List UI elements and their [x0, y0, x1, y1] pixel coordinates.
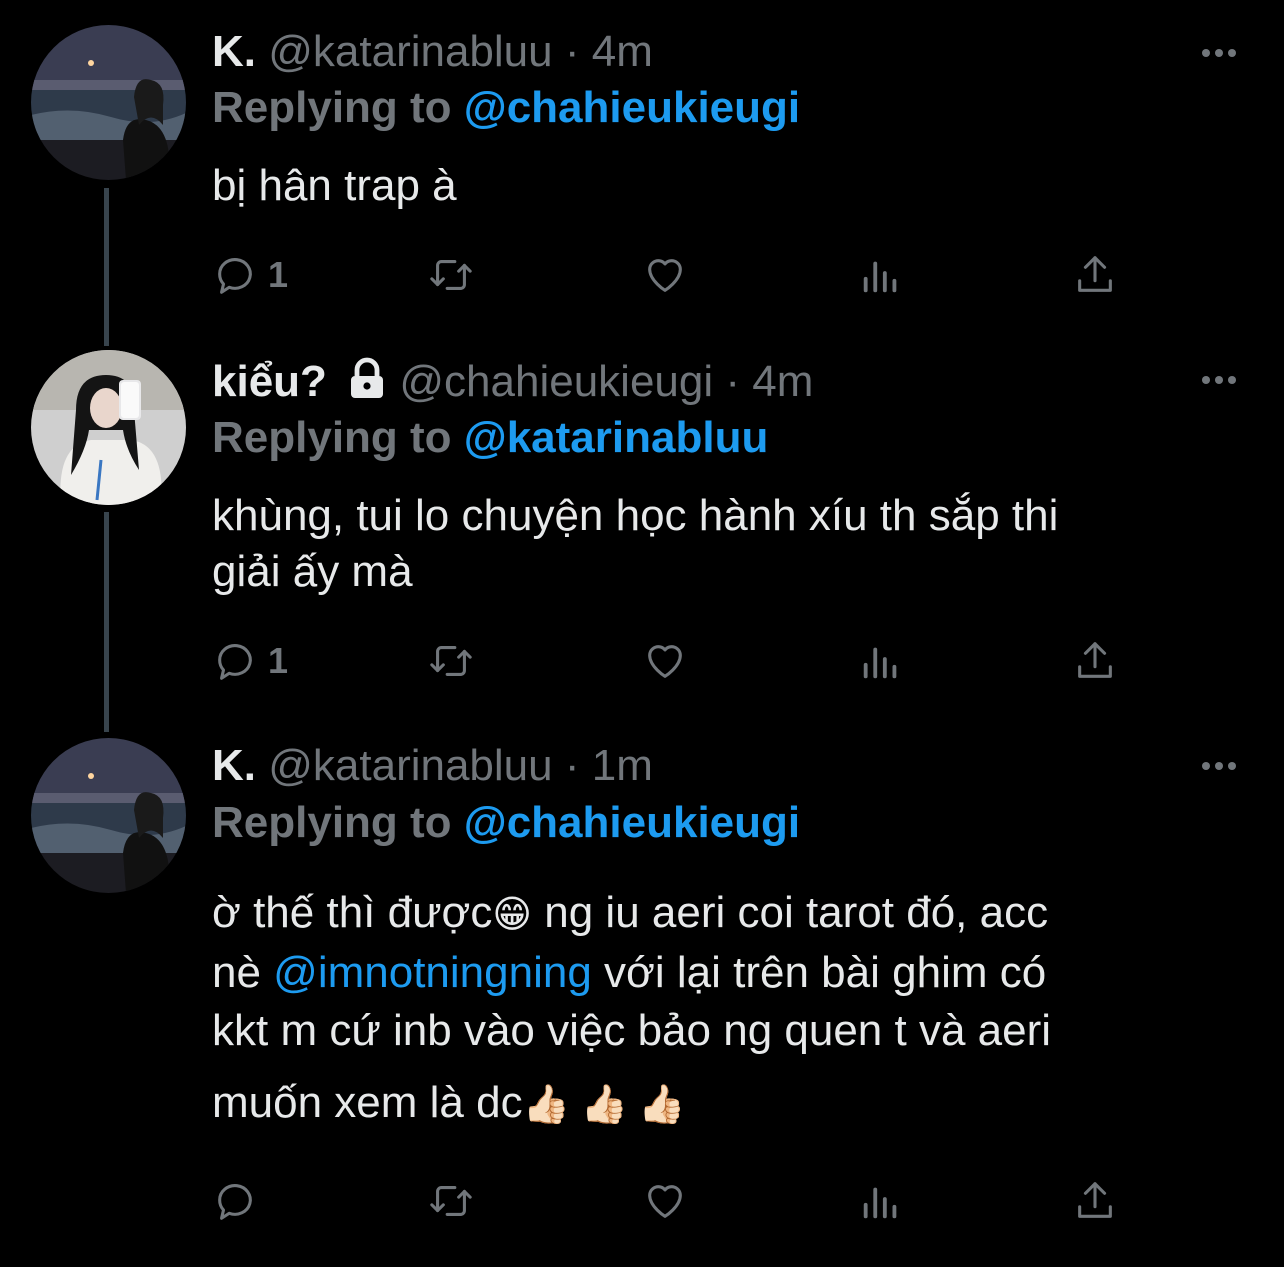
user-handle[interactable]: @katarinabluu — [268, 27, 552, 76]
reply-button[interactable]: 1 — [212, 636, 288, 686]
text-segment: với lại trên bài ghim có — [591, 948, 1047, 997]
tweet-text: ờ thế thì được😁 ng iu aeri coi tarot đó,… — [212, 884, 1222, 1134]
like-icon — [648, 645, 682, 678]
avatar[interactable] — [31, 738, 186, 893]
separator: · — [725, 357, 741, 406]
thread-connector — [104, 512, 109, 732]
views-button[interactable] — [858, 250, 904, 300]
reply-icon — [218, 1184, 252, 1220]
tweet-text-line: ờ thế thì được😁 ng iu aeri coi tarot đó,… — [212, 884, 1222, 944]
mention-link[interactable]: @imnotningning — [273, 948, 592, 997]
display-name[interactable]: K. — [212, 741, 256, 790]
text-segment: ờ thế thì được — [212, 888, 493, 937]
views-button[interactable] — [858, 636, 904, 686]
text-segment: muốn xem là dc — [212, 1078, 523, 1127]
retweet-icon — [430, 1186, 472, 1216]
retweet-button[interactable] — [428, 250, 474, 300]
reply-icon — [218, 644, 252, 680]
share-icon — [1078, 642, 1112, 678]
timestamp[interactable]: 4m — [752, 357, 813, 406]
tweet-header: kiểu? @chahieukieugi · 4m — [212, 356, 813, 408]
like-icon — [648, 259, 682, 292]
avatar[interactable] — [31, 350, 186, 505]
share-button[interactable] — [1072, 636, 1118, 686]
text-segment: nè — [212, 948, 274, 997]
like-icon — [648, 1185, 682, 1218]
replying-to-label: Replying to — [212, 83, 452, 132]
tweet-text: khùng, tui lo chuyện học hành xíu th sắp… — [212, 488, 1222, 600]
replying-to-label: Replying to — [212, 413, 452, 462]
more-icon[interactable] — [1202, 759, 1242, 773]
reply-icon — [218, 258, 252, 294]
replying-to-label: Replying to — [212, 798, 452, 847]
reply-count: 1 — [268, 640, 289, 681]
tweet-text-line: kkt m cứ inb vào việc bảo ng quen t và a… — [212, 1006, 1052, 1055]
retweet-icon — [430, 646, 472, 676]
text-segment: ng iu aeri coi tarot đó, acc — [532, 888, 1049, 937]
reply-count: 1 — [268, 254, 289, 295]
timestamp[interactable]: 1m — [592, 741, 653, 790]
user-handle[interactable]: @katarinabluu — [268, 741, 552, 790]
reply-button[interactable]: 1 — [212, 250, 288, 300]
views-button[interactable] — [858, 1176, 904, 1226]
tweet-text-line: giải ấy mà — [212, 547, 413, 596]
share-button[interactable] — [1072, 250, 1118, 300]
replying-to: Replying to @chahieukieugi — [212, 797, 800, 849]
tweet-text-line: khùng, tui lo chuyện học hành xíu th sắp… — [212, 491, 1059, 540]
tweet-text-line: muốn xem là dc👍🏻 👍🏻 👍🏻 — [212, 1074, 1222, 1134]
display-name[interactable]: kiểu? — [212, 357, 327, 406]
share-button[interactable] — [1072, 1176, 1118, 1226]
share-icon — [1078, 1182, 1112, 1218]
thread-connector — [104, 188, 109, 346]
like-button[interactable] — [642, 250, 688, 300]
replying-to-handle[interactable]: @katarinabluu — [464, 413, 769, 462]
timestamp[interactable]: 4m — [592, 27, 653, 76]
retweet-icon — [430, 260, 472, 290]
replying-to: Replying to @katarinabluu — [212, 412, 768, 464]
replying-to: Replying to @chahieukieugi — [212, 82, 800, 134]
more-icon[interactable] — [1202, 46, 1242, 60]
more-icon[interactable] — [1202, 373, 1242, 387]
thumbs-up-emoji: 👍🏻 👍🏻 👍🏻 — [522, 1084, 686, 1126]
tweet-header: K. @katarinabluu · 1m — [212, 740, 653, 792]
like-button[interactable] — [642, 636, 688, 686]
like-button[interactable] — [642, 1176, 688, 1226]
tweet-text-line: bị hân trap à — [212, 161, 457, 210]
views-icon — [863, 647, 897, 679]
share-icon — [1078, 256, 1112, 292]
replying-to-handle[interactable]: @chahieukieugi — [464, 798, 800, 847]
separator: · — [564, 741, 580, 790]
views-icon — [863, 1187, 897, 1219]
tweet-header: K. @katarinabluu · 4m — [212, 26, 653, 78]
replying-to-handle[interactable]: @chahieukieugi — [464, 83, 800, 132]
retweet-button[interactable] — [428, 636, 474, 686]
retweet-button[interactable] — [428, 1176, 474, 1226]
reply-button[interactable] — [212, 1176, 268, 1226]
tweet-text: bị hân trap à — [212, 158, 1222, 214]
views-icon — [863, 261, 897, 293]
tweet-text-line: nè @imnotningning với lại trên bài ghim … — [212, 944, 1222, 1002]
display-name[interactable]: K. — [212, 27, 256, 76]
separator: · — [564, 27, 580, 76]
lock-icon — [351, 357, 384, 398]
avatar[interactable] — [31, 25, 186, 180]
grin-emoji: 😁 — [492, 894, 533, 936]
user-handle[interactable]: @chahieukieugi — [399, 357, 713, 406]
